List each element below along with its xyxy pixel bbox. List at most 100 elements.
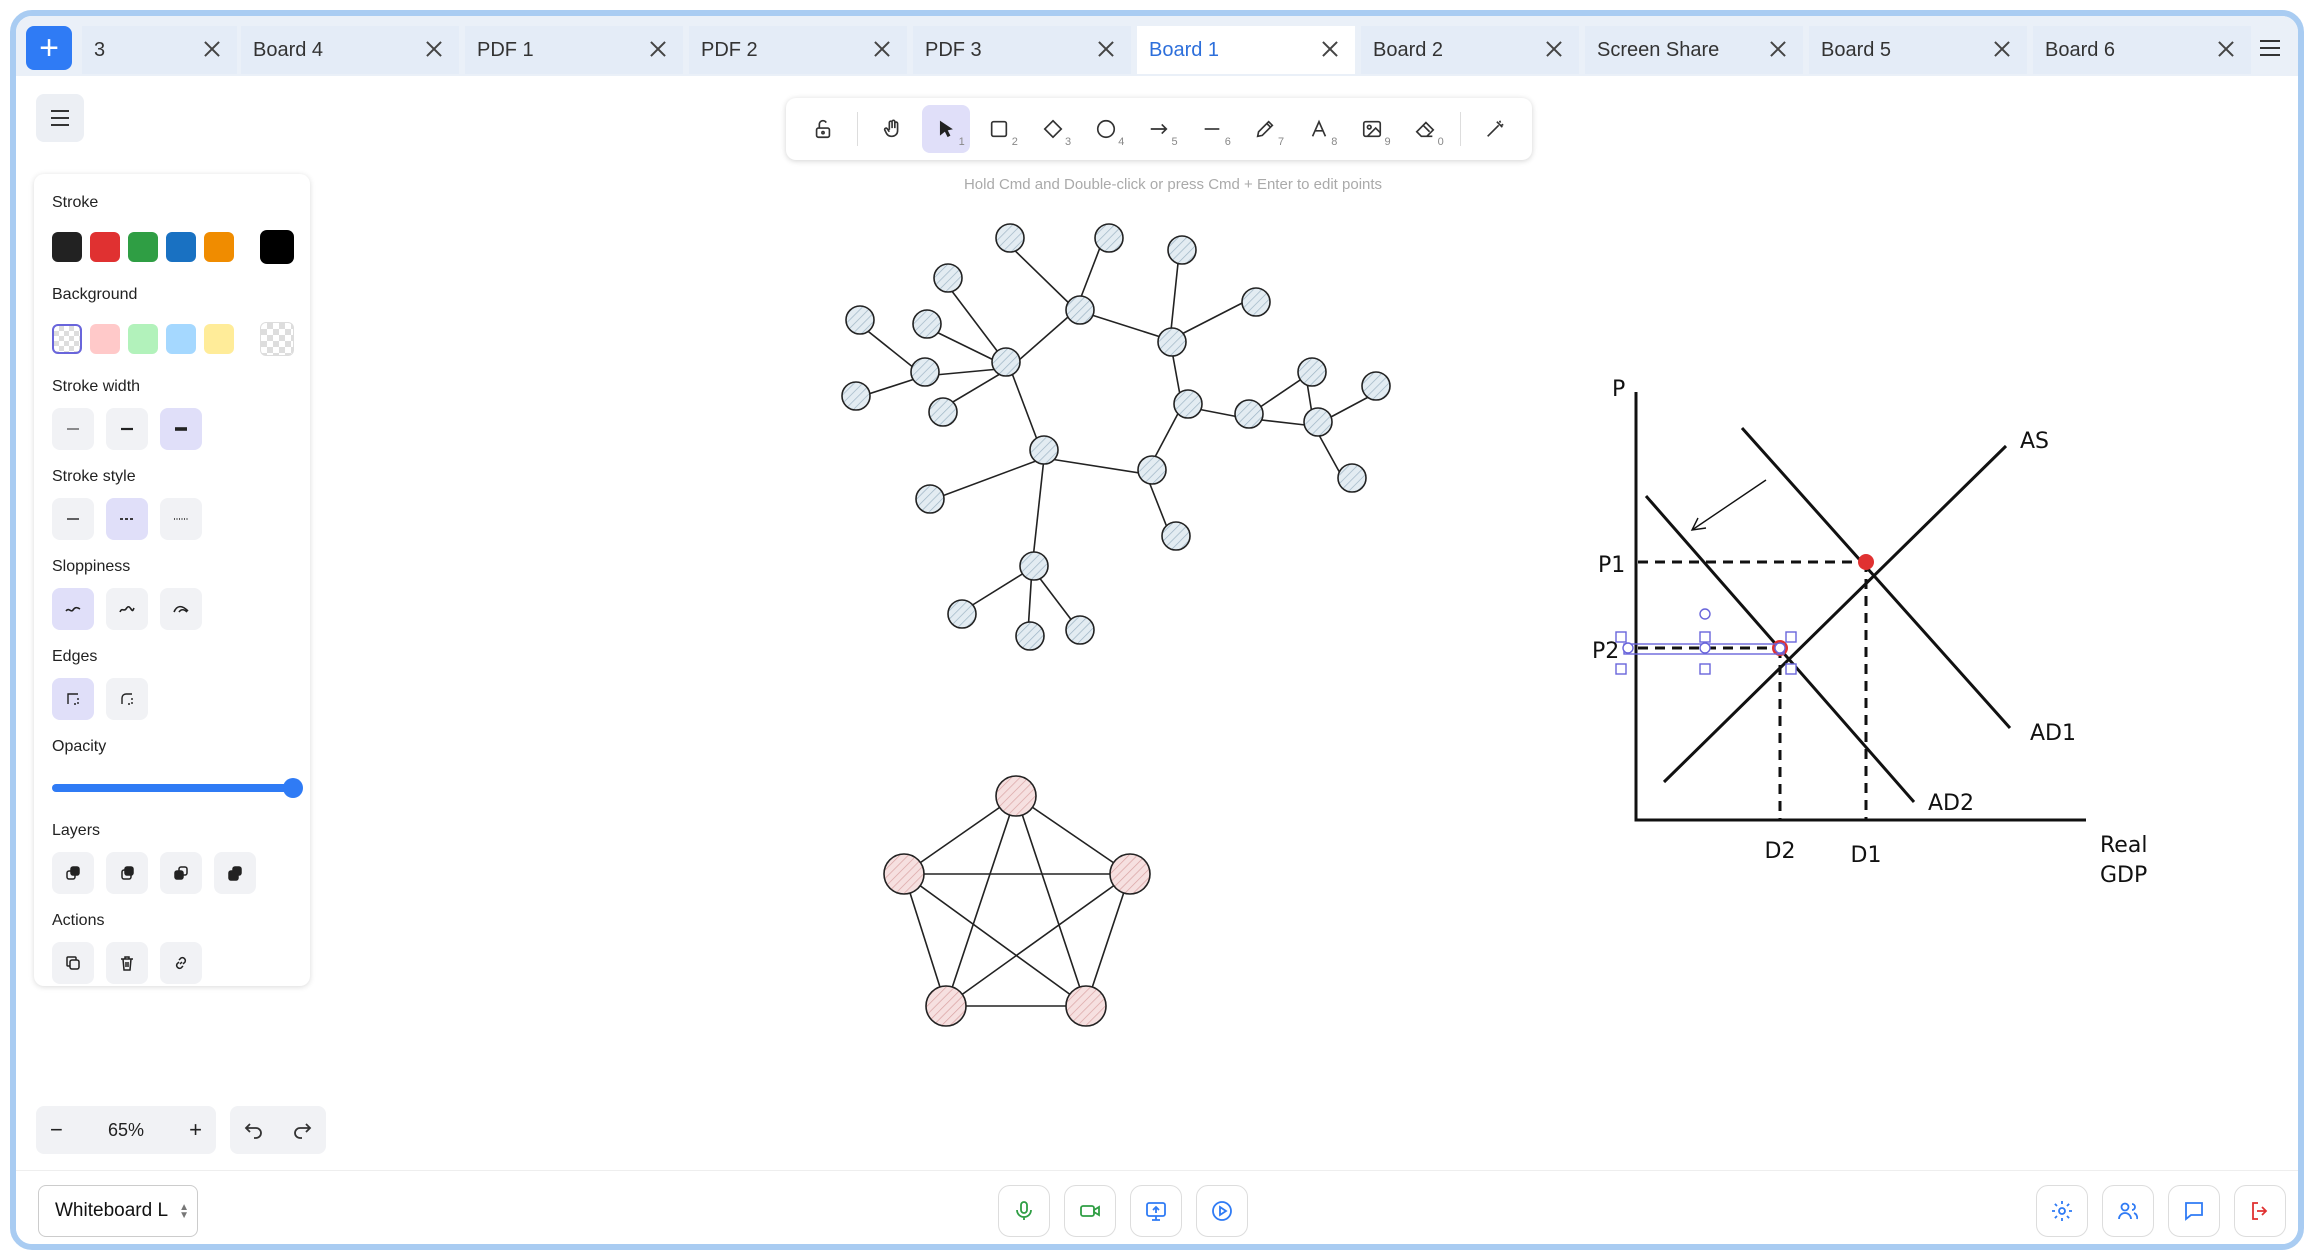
- chat-icon: [2185, 1202, 2203, 1221]
- main-menu-button[interactable]: [36, 94, 84, 142]
- graph-node: [1234, 399, 1264, 429]
- pentagon-nodes[interactable]: [883, 775, 1151, 1027]
- whiteboard-select[interactable]: Whiteboard L ▲ ▼: [38, 1185, 198, 1237]
- sloppiness-artist[interactable]: [106, 588, 148, 630]
- stroke-color-black[interactable]: [52, 232, 82, 262]
- zoom-controls: − 65% +: [36, 1106, 216, 1154]
- redo-icon[interactable]: [291, 1119, 313, 1141]
- background-yellow[interactable]: [204, 324, 234, 354]
- participants-button[interactable]: [2102, 1185, 2154, 1237]
- bring-to-front-button[interactable]: [214, 852, 256, 894]
- background-transparent[interactable]: [52, 324, 82, 354]
- ellipse-tool[interactable]: 4: [1082, 105, 1129, 153]
- drawing-toolbar: 1 2 3 4 5 6 7 8 9 0: [786, 98, 1532, 160]
- selection-tool[interactable]: 1: [922, 105, 970, 153]
- sloppiness-architect[interactable]: [52, 588, 94, 630]
- graph-node: [883, 853, 925, 895]
- background-red[interactable]: [90, 324, 120, 354]
- edges-label: Edges: [52, 648, 98, 665]
- tool-shortcut: 7: [1277, 136, 1285, 148]
- sloppiness-label: Sloppiness: [52, 558, 131, 575]
- chat-button[interactable]: [2168, 1185, 2220, 1237]
- microphone-button[interactable]: [998, 1185, 1050, 1237]
- graph-node: [933, 263, 963, 293]
- graph-node: [1109, 853, 1151, 895]
- selection-handles[interactable]: [1615, 608, 1797, 675]
- screen-share-button[interactable]: [1130, 1185, 1182, 1237]
- tool-shortcut: 1: [958, 136, 965, 148]
- stroke-width-label: Stroke width: [52, 378, 141, 395]
- eraser-tool[interactable]: 0: [1402, 105, 1449, 153]
- tool-shortcut: 6: [1224, 136, 1231, 148]
- tool-shortcut: 2: [1011, 136, 1018, 148]
- graph-node: [1065, 295, 1095, 325]
- app-window: + 3 Board 4 PDF 1 PDF 2 PDF 3 Board 1 Bo…: [10, 10, 2304, 1250]
- graph-node: [991, 347, 1021, 377]
- edges-round[interactable]: [106, 678, 148, 720]
- tree-graph[interactable]: [849, 231, 1375, 633]
- edges-sharp[interactable]: [52, 678, 94, 720]
- zoom-level[interactable]: 65%: [108, 1120, 144, 1141]
- laser-pointer-tool[interactable]: [1472, 105, 1519, 153]
- background-label: Background: [52, 286, 138, 303]
- microphone-icon: [1016, 1201, 1032, 1220]
- settings-button[interactable]: [2036, 1185, 2088, 1237]
- line-tool[interactable]: 6: [1189, 105, 1236, 153]
- link-button[interactable]: [160, 942, 202, 984]
- undo-icon[interactable]: [243, 1119, 265, 1141]
- label-p: P: [1612, 377, 1625, 402]
- hand-tool[interactable]: [869, 105, 916, 153]
- leave-button[interactable]: [2234, 1185, 2286, 1237]
- arrow-tool[interactable]: 5: [1135, 105, 1182, 153]
- zoom-out-button[interactable]: −: [50, 1117, 63, 1143]
- opacity-slider-thumb[interactable]: [283, 778, 303, 798]
- record-button[interactable]: [1196, 1185, 1248, 1237]
- stroke-color-blue[interactable]: [166, 232, 196, 262]
- stroke-style-dotted[interactable]: [160, 498, 202, 540]
- graph-node: [995, 223, 1025, 253]
- stroke-color-orange[interactable]: [204, 232, 234, 262]
- tree-nodes[interactable]: [841, 223, 1391, 651]
- stroke-color-green[interactable]: [128, 232, 158, 262]
- delete-button[interactable]: [106, 942, 148, 984]
- axes: [1634, 392, 2086, 822]
- label-d1: D1: [1851, 843, 1882, 868]
- stroke-width-bold[interactable]: [106, 408, 148, 450]
- label-ad1: AD1: [2030, 721, 2076, 746]
- lock-tool[interactable]: [799, 105, 846, 153]
- bring-forward-button[interactable]: [160, 852, 202, 894]
- graph-node: [1065, 615, 1095, 645]
- stroke-color-red[interactable]: [90, 232, 120, 262]
- stroke-width-extra-bold[interactable]: [160, 408, 202, 450]
- pentagon-graph[interactable]: [903, 795, 1131, 1007]
- pencil-tool[interactable]: 7: [1242, 105, 1289, 153]
- sloppiness-cartoonist[interactable]: [160, 588, 202, 630]
- label-gdp: GDP: [2100, 863, 2147, 888]
- stroke-width-thin[interactable]: [52, 408, 94, 450]
- image-tool[interactable]: 9: [1348, 105, 1395, 153]
- as-curve: [1662, 444, 2008, 784]
- background-blue[interactable]: [166, 324, 196, 354]
- as-ad-diagram[interactable]: [1634, 392, 2086, 822]
- text-tool[interactable]: 8: [1295, 105, 1342, 153]
- diamond-tool[interactable]: 3: [1029, 105, 1076, 153]
- equilibrium-point-1[interactable]: [1858, 554, 1874, 570]
- stroke-style-solid[interactable]: [52, 498, 94, 540]
- graph-node: [1303, 407, 1333, 437]
- stroke-style-dashed[interactable]: [106, 498, 148, 540]
- tool-shortcut: 0: [1437, 136, 1444, 148]
- graph-node: [841, 381, 871, 411]
- zoom-in-button[interactable]: +: [189, 1117, 202, 1143]
- graph-node: [1361, 371, 1391, 401]
- send-to-back-button[interactable]: [52, 852, 94, 894]
- duplicate-button[interactable]: [52, 942, 94, 984]
- send-backward-button[interactable]: [106, 852, 148, 894]
- stroke-color-current[interactable]: [260, 230, 294, 264]
- opacity-slider-track[interactable]: [52, 784, 292, 792]
- background-green[interactable]: [128, 324, 158, 354]
- camera-button[interactable]: [1064, 1185, 1116, 1237]
- rectangle-tool[interactable]: 2: [976, 105, 1023, 153]
- graph-node: [1015, 621, 1045, 651]
- background-color-current[interactable]: [260, 322, 294, 356]
- shift-arrow: [1691, 479, 1767, 531]
